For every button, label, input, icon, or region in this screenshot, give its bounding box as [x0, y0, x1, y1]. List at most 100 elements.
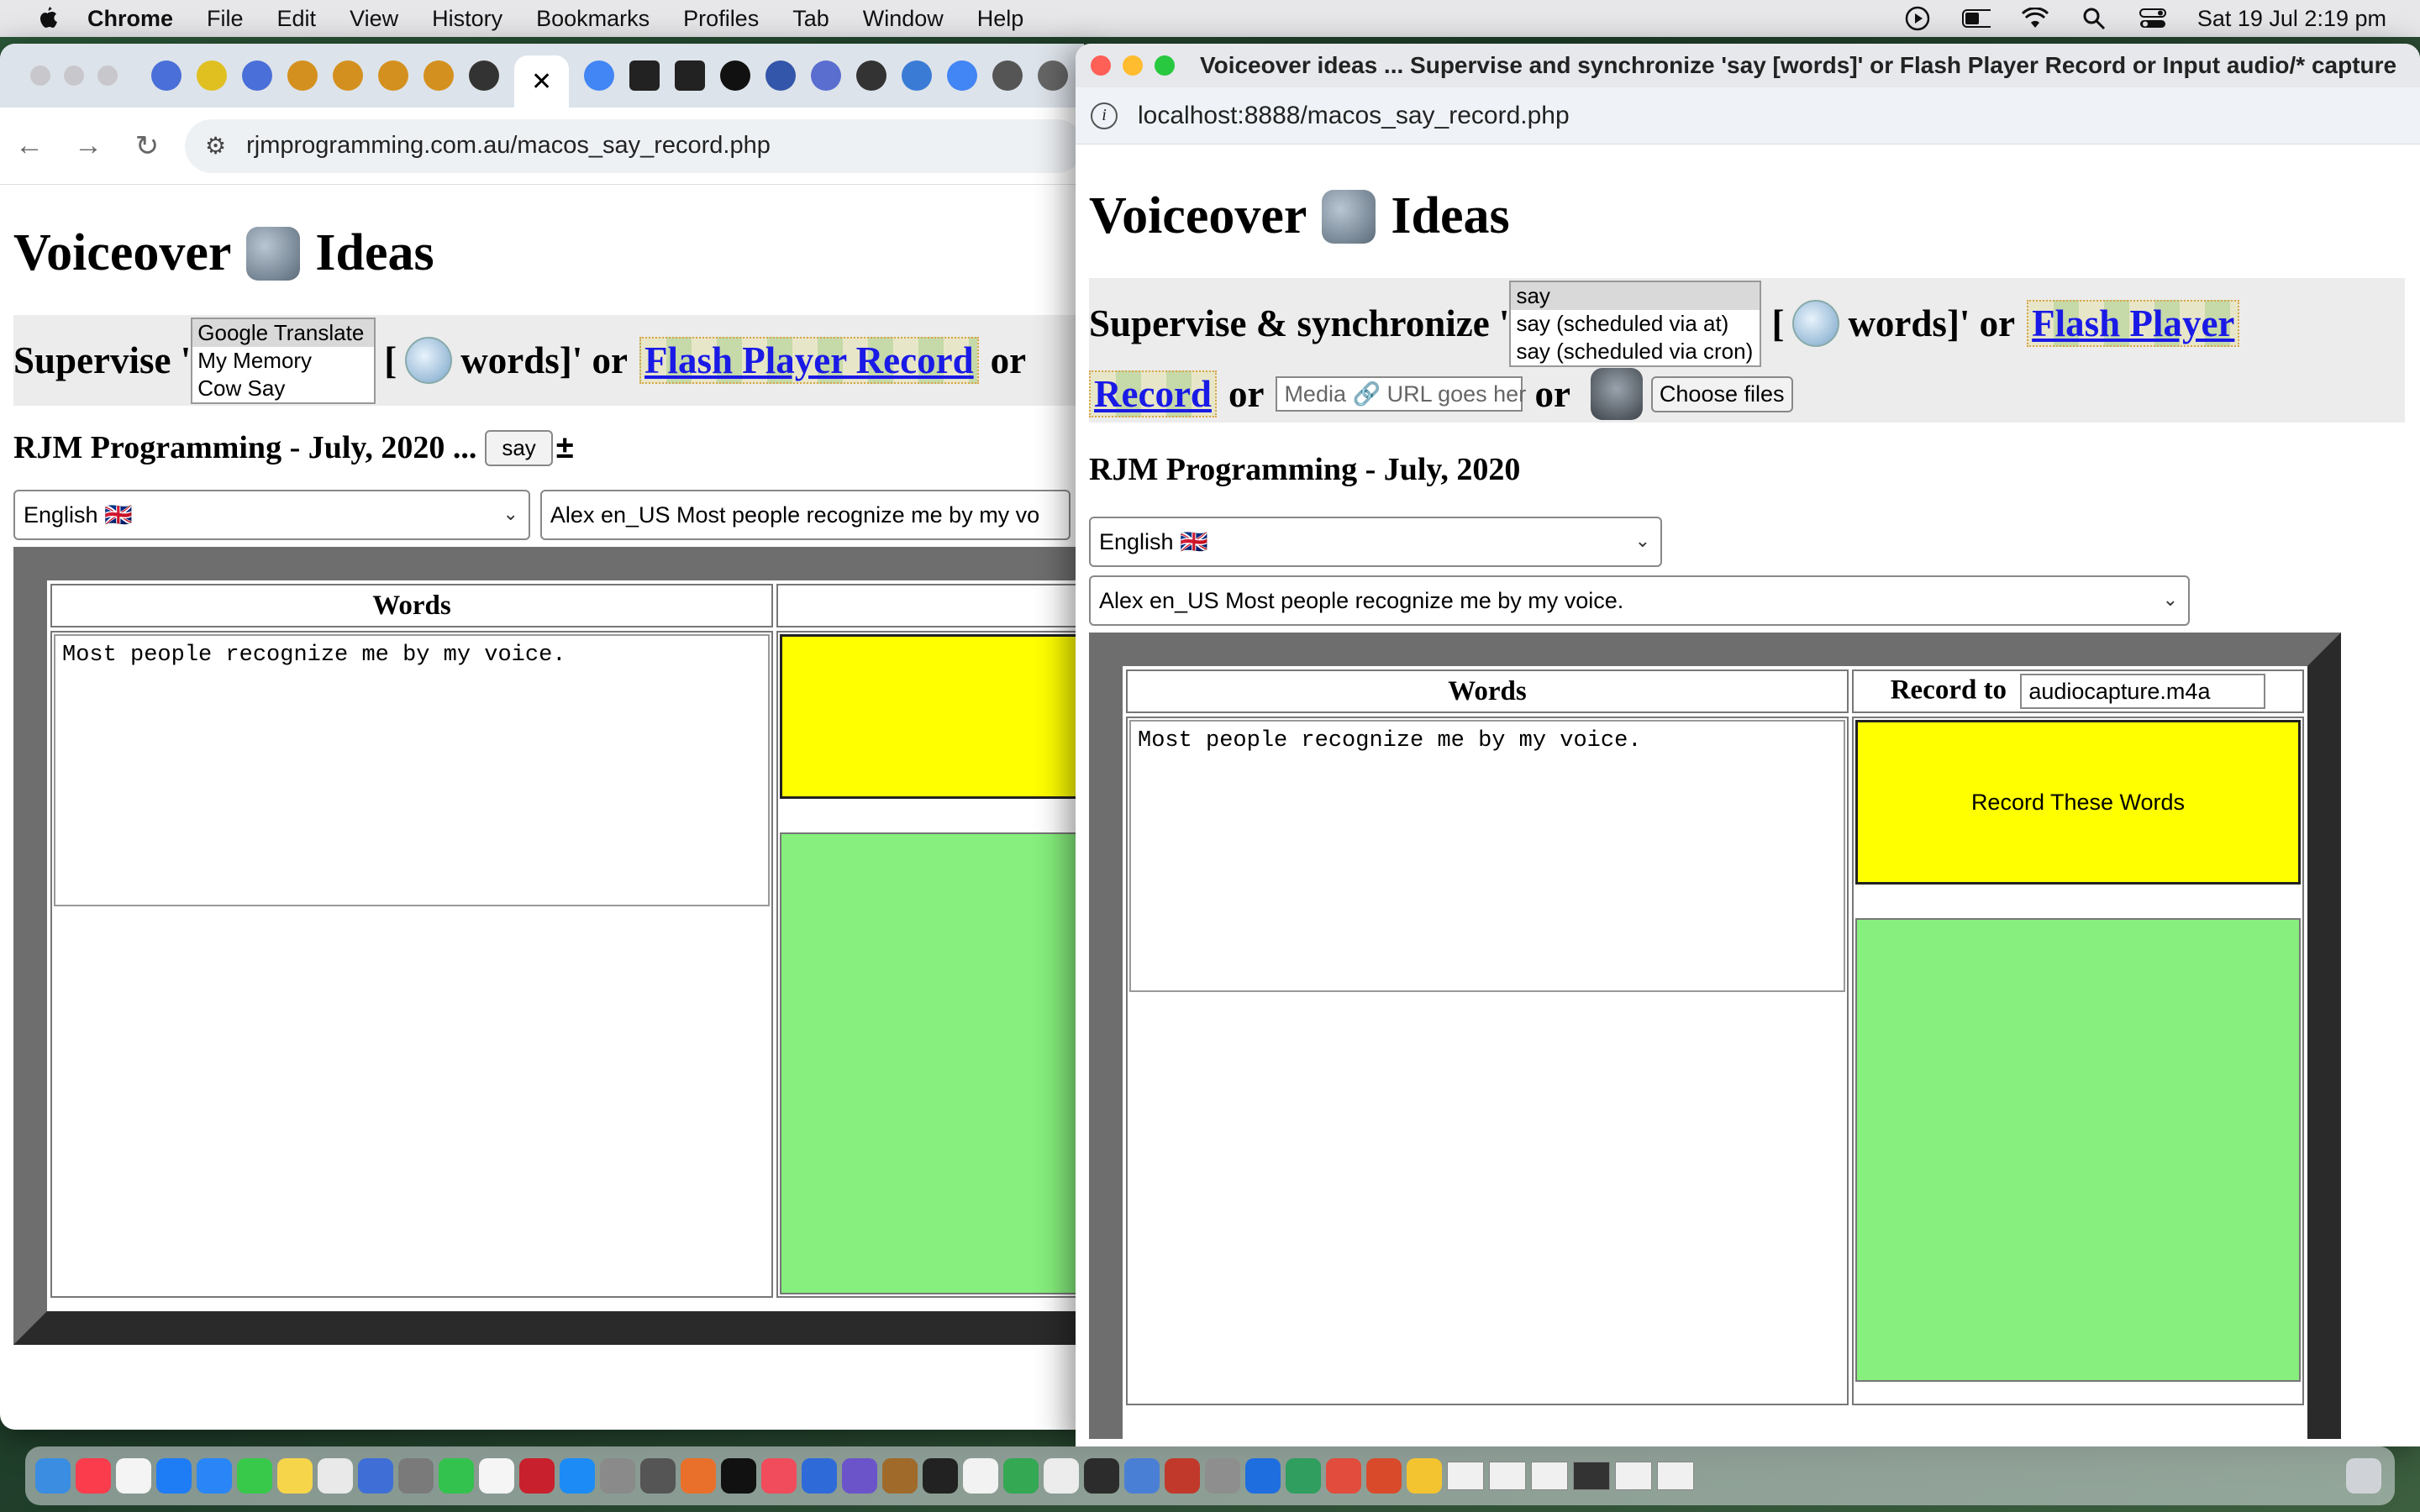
globe-book-icon[interactable] — [405, 337, 453, 384]
flash-player-record-link[interactable]: Flash Player Record — [639, 337, 979, 384]
app-icon[interactable] — [1084, 1458, 1119, 1494]
forward-arrow-icon[interactable]: → — [59, 129, 118, 162]
tab-favicon-icon[interactable] — [902, 60, 933, 91]
voice-select[interactable]: Alex en_US Most people recognize me by m… — [1089, 575, 2190, 626]
tab-favicon-icon[interactable] — [675, 60, 706, 91]
play-icon[interactable] — [1903, 6, 1932, 31]
tab-favicon-icon[interactable] — [1038, 60, 1069, 91]
reminders-icon[interactable] — [116, 1458, 151, 1494]
minimized-window[interactable] — [1657, 1462, 1694, 1490]
flash-player-record-link-continued[interactable]: Record — [1089, 370, 1217, 417]
music-icon[interactable] — [76, 1458, 111, 1494]
site-settings-icon[interactable]: ⚙ — [205, 132, 226, 160]
app-icon[interactable] — [1124, 1458, 1160, 1494]
listbox-option[interactable]: Google Translate — [192, 318, 375, 347]
app-icon[interactable] — [802, 1458, 837, 1494]
reload-icon[interactable]: ↻ — [118, 129, 176, 163]
record-button[interactable] — [780, 634, 1084, 799]
tab-favicon-icon[interactable] — [765, 60, 797, 91]
menu-app-name[interactable]: Chrome — [87, 6, 173, 32]
menu-history[interactable]: History — [432, 6, 502, 32]
tab-favicon-icon[interactable] — [469, 60, 499, 91]
minimized-window[interactable] — [1573, 1462, 1610, 1490]
zoom-window-icon[interactable] — [1155, 55, 1175, 76]
listbox-option[interactable]: Cow Say — [192, 375, 374, 402]
menu-bookmarks[interactable]: Bookmarks — [536, 6, 650, 32]
safari-icon[interactable] — [156, 1458, 192, 1494]
zoom-icon[interactable] — [1245, 1458, 1281, 1494]
app-store-icon[interactable] — [560, 1458, 595, 1494]
minimized-window[interactable] — [1531, 1462, 1568, 1490]
minimize-window-icon[interactable] — [1123, 55, 1143, 76]
facetime-icon[interactable] — [439, 1458, 474, 1494]
say-button[interactable]: say — [485, 429, 553, 466]
finder-icon[interactable] — [35, 1458, 71, 1494]
words-textarea[interactable]: Most people recognize me by my voice. — [1129, 720, 1845, 992]
mail-icon[interactable] — [197, 1458, 232, 1494]
tab-favicon-icon[interactable] — [720, 60, 751, 91]
news-icon[interactable] — [761, 1458, 797, 1494]
voice-select[interactable]: Alex en_US Most people recognize me by m… — [539, 490, 1071, 540]
tab-favicon-icon[interactable] — [856, 60, 887, 91]
apple-icon[interactable] — [34, 4, 62, 33]
battery-icon[interactable] — [1961, 8, 1991, 29]
menu-file[interactable]: File — [207, 6, 244, 32]
preview-icon[interactable] — [640, 1458, 676, 1494]
language-select[interactable]: English 🇬🇧 ⌄ — [13, 490, 530, 540]
tab-favicon-icon[interactable] — [424, 60, 454, 91]
app-icon[interactable] — [1286, 1458, 1321, 1494]
info-icon[interactable]: i — [1091, 102, 1118, 129]
listbox-option[interactable]: say (scheduled via cron) — [1511, 338, 1760, 365]
back-arrow-icon[interactable]: ← — [0, 129, 59, 162]
tab-favicon-icon[interactable] — [151, 60, 182, 91]
tab-favicon-icon[interactable] — [197, 60, 227, 91]
clock[interactable]: Sat 19 Jul 2:19 pm — [2197, 6, 2386, 32]
language-select[interactable]: English 🇬🇧 ⌄ — [1089, 517, 1662, 567]
tab-active[interactable]: ✕ — [514, 55, 570, 108]
tab-favicon-icon[interactable] — [629, 60, 660, 91]
wifi-icon[interactable] — [2021, 8, 2049, 29]
app-icon[interactable] — [1366, 1458, 1402, 1494]
record-these-words-button[interactable]: Record These Words — [1855, 720, 2301, 885]
launchpad-icon[interactable] — [398, 1458, 434, 1494]
tab-close-icon[interactable]: ✕ — [531, 67, 552, 97]
control-center-icon[interactable] — [2139, 8, 2167, 29]
tab-favicon-icon[interactable] — [811, 60, 842, 91]
document-icon[interactable] — [1044, 1458, 1079, 1494]
translator-listbox[interactable]: Google Translate My Memory Cow Say — [191, 317, 376, 404]
listbox-option[interactable]: say — [1511, 281, 1760, 310]
address-bar[interactable]: i localhost:8888/macos_say_record.php — [1076, 87, 2420, 144]
app-icon[interactable] — [882, 1458, 918, 1494]
calendar-date-icon[interactable] — [963, 1458, 998, 1494]
podcasts-icon[interactable] — [842, 1458, 877, 1494]
listbox-option[interactable]: My Memory — [192, 347, 374, 375]
app-icon[interactable] — [1407, 1458, 1442, 1494]
opera-icon[interactable] — [1326, 1458, 1361, 1494]
filezilla-icon[interactable] — [519, 1458, 555, 1494]
menu-window[interactable]: Window — [863, 6, 944, 32]
app-icon[interactable] — [1165, 1458, 1200, 1494]
globe-book-icon[interactable] — [1792, 300, 1840, 347]
minimized-window[interactable] — [1447, 1462, 1484, 1490]
minimized-window[interactable] — [1489, 1462, 1526, 1490]
tab-favicon-icon[interactable] — [287, 60, 318, 91]
notes-icon[interactable] — [277, 1458, 313, 1494]
freeform-icon[interactable] — [358, 1458, 393, 1494]
menu-tab[interactable]: Tab — [792, 6, 829, 32]
minimized-window[interactable] — [1615, 1462, 1652, 1490]
address-bar[interactable]: ⚙ rjmprogramming.com.au/macos_say_record… — [185, 118, 1084, 173]
messages-icon[interactable] — [237, 1458, 272, 1494]
calendar-icon[interactable] — [318, 1458, 353, 1494]
firefox-icon[interactable] — [681, 1458, 716, 1494]
chrome-icon[interactable] — [1003, 1458, 1039, 1494]
menu-view[interactable]: View — [350, 6, 398, 32]
record-to-input[interactable]: audiocapture.m4a — [2020, 674, 2266, 709]
window-controls-inactive[interactable] — [30, 66, 118, 86]
textedit-icon[interactable] — [479, 1458, 514, 1494]
menu-edit[interactable]: Edit — [277, 6, 317, 32]
tab-favicon-icon[interactable] — [242, 60, 272, 91]
flash-player-record-link[interactable]: Flash Player — [2027, 300, 2240, 347]
words-textarea[interactable]: Most people recognize me by my voice. — [54, 634, 770, 906]
tab-favicon-icon[interactable] — [947, 60, 978, 91]
tab-favicon-icon[interactable] — [378, 60, 408, 91]
